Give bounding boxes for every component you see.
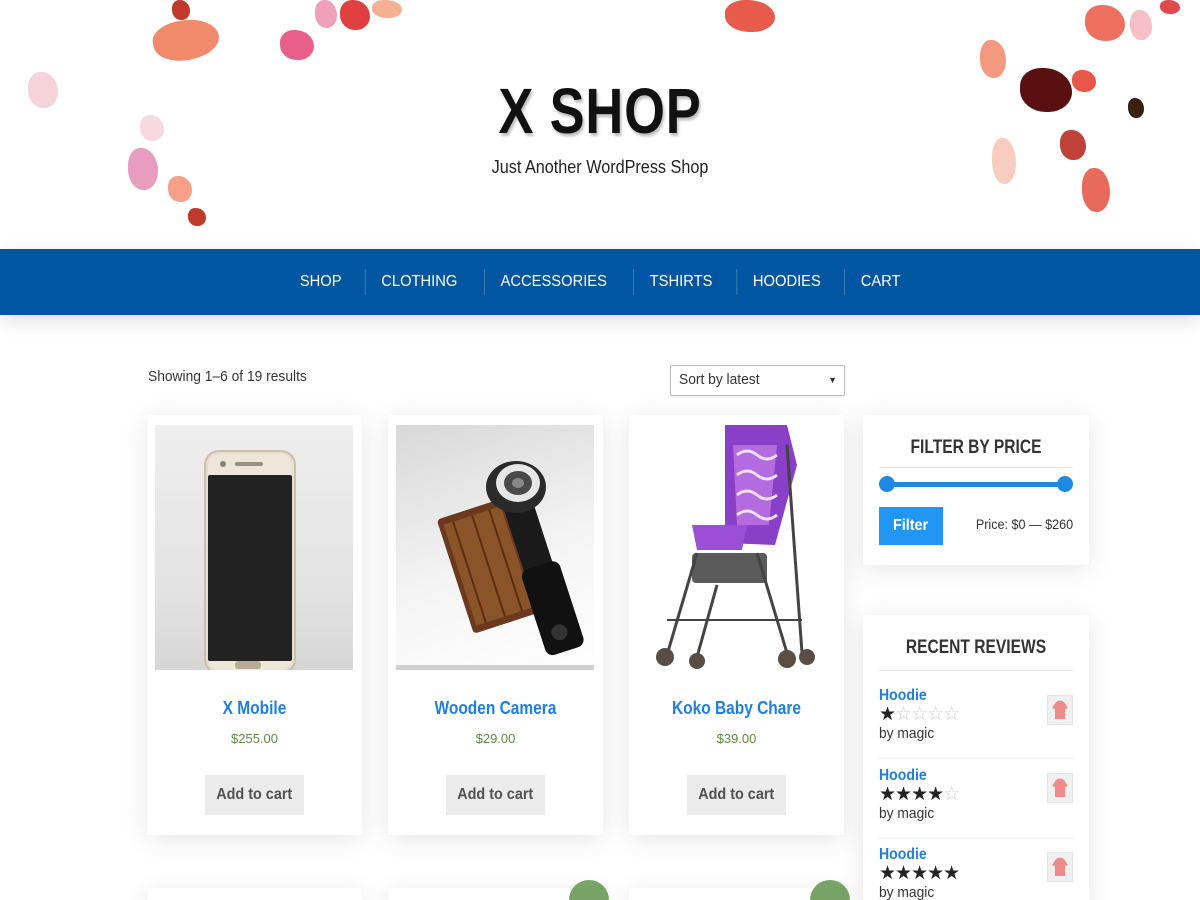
decorative-bead bbox=[172, 0, 190, 20]
review-item: Hoodie ★☆☆☆☆ by magic bbox=[879, 687, 1073, 767]
nav-item-shop[interactable]: SHOP bbox=[284, 269, 357, 295]
product-price: $39.00 bbox=[716, 731, 757, 746]
price-slider-max-handle[interactable] bbox=[1057, 476, 1073, 492]
stroller-image[interactable] bbox=[637, 425, 835, 670]
product-card: Koko Baby Chare $39.00 Add to cart bbox=[629, 415, 844, 835]
star-rating: ★★★★★ bbox=[879, 863, 960, 884]
star-rating: ★☆☆☆☆ bbox=[879, 704, 960, 725]
divider bbox=[879, 758, 1073, 759]
decorative-bead bbox=[980, 40, 1006, 78]
review-item: Hoodie ★★★★★ by magic bbox=[879, 846, 1073, 900]
hoodie-thumbnail-icon[interactable] bbox=[1047, 773, 1073, 803]
add-to-cart-button[interactable]: Add to cart bbox=[446, 775, 545, 815]
product-card: Wooden Camera $29.00 Add to cart bbox=[388, 415, 603, 835]
decorative-bead bbox=[168, 176, 192, 202]
site-header: X SHOP Just Another WordPress Shop bbox=[0, 0, 1200, 249]
add-to-cart-button[interactable]: Add to cart bbox=[205, 775, 304, 815]
review-product-link[interactable]: Hoodie bbox=[879, 767, 927, 785]
decorative-bead bbox=[280, 30, 314, 60]
product-card-partial bbox=[147, 888, 362, 900]
sale-badge bbox=[569, 880, 609, 900]
nav-item-hoodies[interactable]: HOODIES bbox=[736, 269, 836, 295]
filter-button-label: Filter bbox=[893, 517, 929, 534]
decorative-bead bbox=[725, 0, 775, 32]
sort-select[interactable]: Sort by latest ▼ bbox=[670, 365, 845, 396]
phone-image[interactable] bbox=[155, 425, 353, 670]
decorative-bead bbox=[315, 0, 337, 28]
decorative-bead bbox=[1085, 5, 1125, 41]
review-product-link[interactable]: Hoodie bbox=[879, 687, 927, 705]
product-price: $29.00 bbox=[475, 731, 516, 746]
review-product-link[interactable]: Hoodie bbox=[879, 846, 927, 864]
product-title[interactable]: Wooden Camera bbox=[403, 698, 588, 719]
price-range-label: Price: $0 — $260 bbox=[975, 516, 1073, 532]
filter-by-price-widget: FILTER BY PRICE Filter Price: $0 — $260 bbox=[863, 415, 1089, 565]
chevron-down-icon: ▼ bbox=[828, 375, 837, 385]
add-to-cart-button[interactable]: Add to cart bbox=[687, 775, 786, 815]
divider bbox=[879, 467, 1073, 468]
decorative-bead bbox=[1160, 0, 1180, 14]
decorative-bead bbox=[149, 13, 223, 67]
add-to-cart-label: Add to cart bbox=[457, 786, 534, 803]
hoodie-thumbnail-icon[interactable] bbox=[1047, 695, 1073, 725]
decorative-bead bbox=[340, 0, 370, 30]
divider bbox=[879, 670, 1073, 671]
divider bbox=[879, 838, 1073, 839]
result-count: Showing 1–6 of 19 results bbox=[148, 368, 307, 385]
nav-item-cart[interactable]: CART bbox=[843, 269, 916, 295]
review-author: by magic bbox=[879, 884, 935, 900]
main-navigation: SHOP CLOTHING ACCESSORIES TSHIRTS HOODIE… bbox=[0, 249, 1200, 315]
widget-title: FILTER BY PRICE bbox=[910, 437, 1042, 458]
review-author: by magic bbox=[879, 725, 935, 742]
recent-reviews-widget: RECENT REVIEWS Hoodie ★☆☆☆☆ by magic Hoo… bbox=[863, 615, 1089, 900]
decorative-bead bbox=[1128, 98, 1144, 118]
product-title[interactable]: X Mobile bbox=[162, 698, 347, 719]
decorative-bead bbox=[28, 72, 58, 108]
product-price: $255.00 bbox=[231, 731, 278, 746]
nav-item-tshirts[interactable]: TSHIRTS bbox=[632, 269, 728, 295]
decorative-bead bbox=[188, 208, 206, 226]
hoodie-thumbnail-icon[interactable] bbox=[1047, 852, 1073, 882]
star-rating: ★★★★☆ bbox=[879, 784, 960, 805]
decorative-bead bbox=[1130, 10, 1152, 40]
add-to-cart-label: Add to cart bbox=[698, 786, 775, 803]
review-item: Hoodie ★★★★☆ by magic bbox=[879, 767, 1073, 847]
price-slider-track[interactable] bbox=[887, 482, 1065, 487]
price-slider-min-handle[interactable] bbox=[879, 476, 895, 492]
decorative-bead bbox=[372, 0, 402, 18]
site-tagline: Just Another WordPress Shop bbox=[491, 157, 709, 177]
review-author: by magic bbox=[879, 805, 935, 822]
nav-item-accessories[interactable]: ACCESSORIES bbox=[484, 269, 623, 295]
widget-title: RECENT REVIEWS bbox=[905, 637, 1047, 658]
sort-select-value: Sort by latest bbox=[679, 371, 760, 388]
add-to-cart-label: Add to cart bbox=[216, 786, 293, 803]
nav-item-clothing[interactable]: CLOTHING bbox=[365, 269, 473, 295]
product-card: X Mobile $255.00 Add to cart bbox=[147, 415, 362, 835]
site-title[interactable]: X SHOP bbox=[108, 74, 1092, 148]
camera-image[interactable] bbox=[396, 425, 594, 670]
product-title[interactable]: Koko Baby Chare bbox=[644, 698, 829, 719]
filter-button[interactable]: Filter bbox=[879, 507, 943, 545]
sale-badge bbox=[810, 880, 850, 900]
